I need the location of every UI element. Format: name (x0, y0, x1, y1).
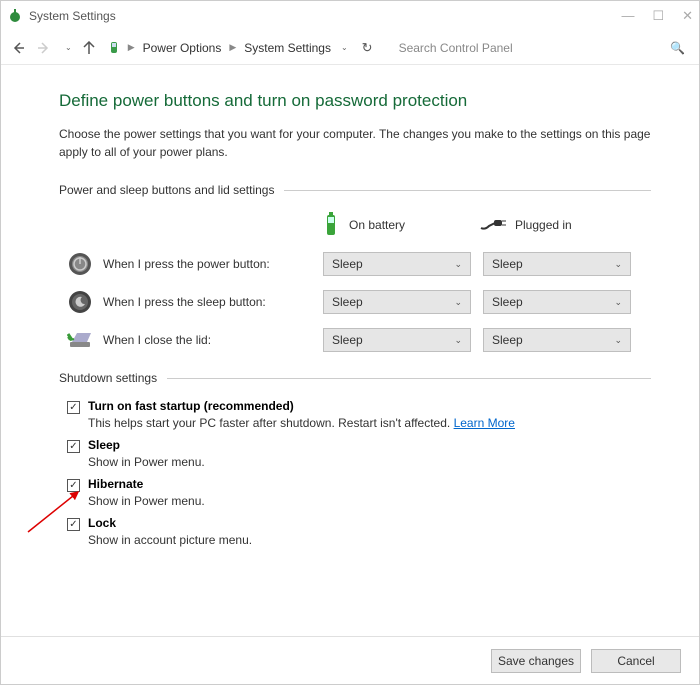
hibernate-checkbox[interactable]: ✓ (67, 479, 80, 492)
fast-startup-label: Turn on fast startup (recommended) (88, 399, 294, 413)
fast-startup-desc: This helps start your PC faster after sh… (88, 416, 651, 430)
sleep-plugged-select[interactable]: Sleep⌄ (483, 290, 631, 314)
col-on-battery: On battery (321, 211, 479, 239)
sleep-button-icon (68, 290, 92, 314)
content-area: Define power buttons and turn on passwor… (1, 65, 699, 636)
section-title: Shutdown settings (59, 371, 157, 385)
lid-plugged-select[interactable]: Sleep⌄ (483, 328, 631, 352)
maximize-icon[interactable]: ☐ (652, 8, 664, 24)
recent-locations-icon[interactable]: ⌄ (65, 43, 72, 52)
battery-icon (321, 211, 341, 239)
save-button[interactable]: Save changes (491, 649, 581, 673)
chevron-down-icon: ⌄ (614, 297, 622, 308)
titlebar: System Settings — ☐ ✕ (1, 1, 699, 31)
lock-desc: Show in account picture menu. (88, 533, 651, 547)
learn-more-link[interactable]: Learn More (454, 416, 515, 430)
app-icon (7, 8, 23, 24)
forward-button[interactable] (35, 39, 53, 57)
sleep-battery-select[interactable]: Sleep⌄ (323, 290, 471, 314)
power-plugged-select[interactable]: Sleep⌄ (483, 252, 631, 276)
address-dropdown-icon[interactable]: ⌄ (341, 43, 348, 52)
power-battery-select[interactable]: Sleep⌄ (323, 252, 471, 276)
navbar: ⌄ ▶ Power Options ▶ System Settings ⌄ ↻ … (1, 31, 699, 65)
power-button-icon (68, 252, 92, 276)
chevron-right-icon[interactable]: ▶ (229, 42, 236, 53)
power-options-icon (106, 40, 122, 56)
hibernate-label: Hibernate (88, 477, 143, 491)
row-lid: When I close the lid: Sleep⌄ Sleep⌄ (59, 327, 651, 353)
footer: Save changes Cancel (1, 636, 699, 684)
plug-icon (479, 218, 507, 232)
row-sleep-button: When I press the sleep button: Sleep⌄ Sl… (59, 289, 651, 315)
refresh-icon[interactable]: ↻ (362, 40, 373, 56)
window-title: System Settings (29, 9, 621, 23)
lock-label: Lock (88, 516, 116, 530)
cancel-button[interactable]: Cancel (591, 649, 681, 673)
search-input[interactable]: Search Control Panel 🔍 (393, 41, 691, 55)
lid-battery-select[interactable]: Sleep⌄ (323, 328, 471, 352)
close-icon[interactable]: ✕ (682, 8, 693, 24)
col-plugged-in: Plugged in (479, 211, 637, 239)
lock-checkbox[interactable]: ✓ (67, 518, 80, 531)
minimize-icon[interactable]: — (621, 8, 634, 24)
row-power-button: When I press the power button: Sleep⌄ Sl… (59, 251, 651, 277)
page-description: Choose the power settings that you want … (59, 125, 651, 161)
chevron-down-icon: ⌄ (614, 335, 622, 346)
up-button[interactable] (80, 39, 98, 57)
sleep-desc: Show in Power menu. (88, 455, 651, 469)
crumb-power-options[interactable]: Power Options (141, 39, 224, 57)
search-placeholder: Search Control Panel (399, 41, 513, 55)
section-title: Power and sleep buttons and lid settings (59, 183, 274, 197)
lid-icon (67, 330, 93, 350)
crumb-system-settings[interactable]: System Settings (242, 39, 333, 57)
chevron-down-icon: ⌄ (454, 335, 462, 346)
sleep-checkbox[interactable]: ✓ (67, 440, 80, 453)
chevron-down-icon: ⌄ (454, 297, 462, 308)
search-icon: 🔍 (670, 41, 685, 55)
chevron-down-icon: ⌄ (454, 259, 462, 270)
hibernate-desc: Show in Power menu. (88, 494, 651, 508)
page-title: Define power buttons and turn on passwor… (59, 91, 651, 111)
chevron-down-icon: ⌄ (614, 259, 622, 270)
shutdown-section: Shutdown settings ✓ Turn on fast startup… (59, 371, 651, 547)
sleep-label: Sleep (88, 438, 120, 452)
fast-startup-checkbox[interactable]: ✓ (67, 401, 80, 414)
breadcrumb[interactable]: ▶ Power Options ▶ System Settings (106, 39, 333, 57)
chevron-right-icon[interactable]: ▶ (128, 42, 135, 53)
back-button[interactable] (9, 39, 27, 57)
power-sleep-section: Power and sleep buttons and lid settings… (59, 183, 651, 353)
